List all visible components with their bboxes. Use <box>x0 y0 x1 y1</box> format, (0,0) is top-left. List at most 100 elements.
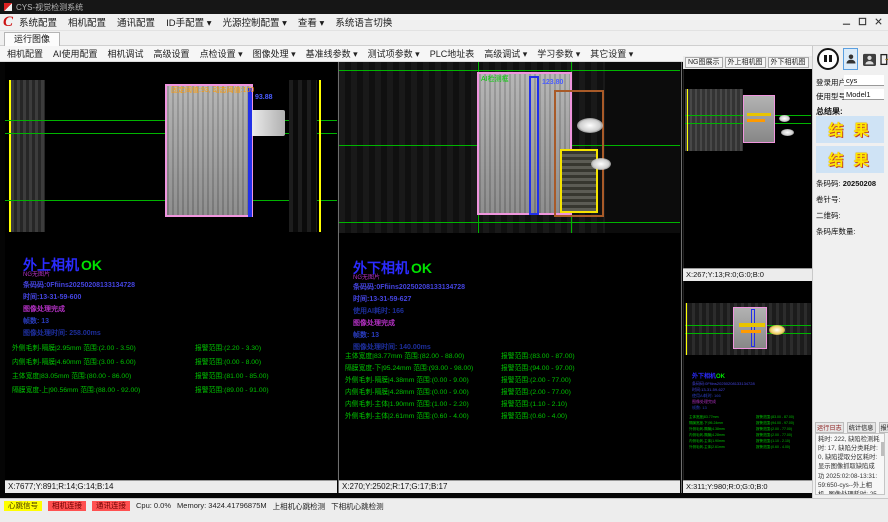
toolbar-image-processing[interactable]: 图像处理 ▾ <box>253 47 296 60</box>
toolbar-other-settings[interactable]: 其它设置 ▾ <box>590 47 633 60</box>
barcode-label: 条码码: <box>816 179 841 188</box>
overlay-yellow-line-right <box>319 80 321 232</box>
measure-row: 内侧毛刺-主体|1.90mm 范围:(1.00 - 2.20) 报警范围:(1.… <box>345 398 469 408</box>
tab-run-image[interactable]: 运行图像 <box>4 32 60 46</box>
toolbar-ai-config[interactable]: AI使用配置 <box>53 47 98 60</box>
tab-upper-camera-view[interactable]: 外上相机图 <box>725 57 766 68</box>
lower-camera-heartbeat[interactable]: 下相机心跳检测 <box>331 501 384 512</box>
thumb2-coord-bar: X:311;Y:980;R:0;G:0;B:0 <box>683 480 812 493</box>
model-field[interactable] <box>844 89 884 100</box>
right-panel: 登录用户: 使用型号: 总结果: 结 果 结 果 条码码: 20250208 卷… <box>812 46 888 498</box>
thumb-tab-strip: NG图展示 外上相机图 外下相机图 <box>683 56 812 69</box>
menu-item-view[interactable]: 查看 ▾ <box>298 15 324 29</box>
close-icon[interactable] <box>872 15 885 28</box>
control-buttons <box>815 48 887 73</box>
menu-item-system-config[interactable]: 系统配置 <box>19 15 57 29</box>
heartbeat-badge: 心跳信号 <box>4 501 42 511</box>
barcode-row: 条码码: 20250208 <box>816 178 886 189</box>
ng-note: NG无图片 <box>23 269 50 278</box>
proc-time-line: 图像处理时间: 258.00ms <box>23 328 101 338</box>
overlay-blue-box <box>529 76 539 215</box>
barcode-count-row: 条码库数量: <box>816 226 886 237</box>
login-user-field[interactable] <box>844 75 884 86</box>
brand-logo-icon: C <box>3 15 13 30</box>
upper-camera-heartbeat[interactable]: 上相机心跳检测 <box>273 501 326 512</box>
run-log-box[interactable]: 耗时: 222, 缺陷检测耗时: 17, 缺陷分类耗时: 0, 缺陷提取分区耗时… <box>815 433 885 495</box>
status-line: 图像处理完成 <box>353 318 395 328</box>
tab-run-log[interactable]: 运行日志 <box>815 422 844 433</box>
user-icon <box>845 52 857 66</box>
camera-view-lower[interactable]: AI检测框 123.80 外下相机OK NG无图片 条码码:0Ffiins202… <box>339 62 680 480</box>
user-settings-icon <box>863 52 876 67</box>
menu-item-camera-config[interactable]: 相机配置 <box>68 15 106 29</box>
toolbar-plc-table[interactable]: PLC地址表 <box>430 47 475 60</box>
log-tab-strip: 运行日志 统计信息 报警信息 <box>815 422 887 433</box>
result-ok-label: OK <box>411 260 432 276</box>
model-row: 使用型号: <box>816 91 886 102</box>
camera-link-badge: 相机连接 <box>48 501 86 511</box>
measure-row: 外侧毛刺-隔膜|2.95mm 范围:(2.00 - 3.50) 报警范围:(2.… <box>12 342 136 352</box>
measure-row: 隔膜宽度-上|90.56mm 范围:(88.00 - 92.00) 报警范围:(… <box>12 384 140 394</box>
tab-alarm-info[interactable]: 报警信息 <box>879 422 888 433</box>
pause-button[interactable] <box>817 48 839 70</box>
mini-overlay-marker <box>747 113 771 116</box>
thumbnail-lower-camera[interactable]: 外下相机OK 条码码:0Ffiins20250208133134728 时间:1… <box>683 281 812 480</box>
user-button[interactable] <box>843 48 858 70</box>
mini-row-alarm: 报警范围:(2.00 - 77.00) <box>756 427 792 432</box>
overlay-green-line <box>339 222 680 223</box>
machine-texture <box>289 80 317 232</box>
toolbar-advanced-debug[interactable]: 高级调试 ▾ <box>484 47 527 60</box>
tab-statistics[interactable]: 统计信息 <box>847 422 876 433</box>
mini-row: 内侧毛刺-主体|1.90mm <box>689 439 725 444</box>
memory-usage: Memory: 3424.41796875M <box>177 501 267 510</box>
overlay-yellow-line-left <box>687 89 688 151</box>
app-logo-icon <box>4 3 12 11</box>
tab-ng-display[interactable]: NG图展示 <box>685 57 723 68</box>
maximize-icon[interactable] <box>856 15 869 28</box>
measure-row: 隔膜宽度-下|95.24mm 范围:(93.00 - 98.00) 报警范围:(… <box>345 362 473 372</box>
connector-part <box>251 110 285 136</box>
exit-button[interactable] <box>879 48 888 70</box>
view-divider <box>338 62 339 493</box>
highlight-blob <box>591 158 611 170</box>
mini-row-alarm: 报警范围:(1.10 - 2.10) <box>756 439 790 444</box>
menu-item-comm-config[interactable]: 通讯配置 <box>117 15 155 29</box>
overlay-blue-box <box>751 309 755 347</box>
mini-frames: 帧数: 13 <box>692 405 707 411</box>
mini-image <box>685 89 811 151</box>
toolbar-learning-params[interactable]: 学习参数 ▾ <box>537 47 580 60</box>
toolbar-spot-check[interactable]: 点检设置 ▾ <box>200 47 243 60</box>
mid-coord-bar: X:270;Y:2502;R:17;G:17;B:17 <box>339 480 680 493</box>
toolbar-test-params[interactable]: 测试项参数 ▾ <box>368 47 420 60</box>
toolbar-advanced-settings[interactable]: 高级设置 <box>154 47 190 60</box>
result-block-lower: 结 果 <box>816 146 884 173</box>
mini-row: 隔膜宽度-下|95.24mm <box>689 421 723 426</box>
tab-lower-camera-view[interactable]: 外下相机图 <box>768 57 809 68</box>
camera-view-upper[interactable]: 固定阈值:93, 动态阈值:100 93.88 外上相机OK NG无图片 条码码… <box>5 62 337 480</box>
minimize-icon[interactable] <box>840 15 853 28</box>
measure-row: 内侧毛刺-隔膜|4.60mm 范围:(3.00 - 6.00) 报警范围:(0.… <box>12 356 136 366</box>
time-line: 时间:13-31-59-600 <box>23 292 81 302</box>
mini-image <box>685 303 811 355</box>
ai-box-label: AI检测框 <box>481 74 509 84</box>
menu-item-language-switch[interactable]: 系统语言切换 <box>335 15 392 29</box>
measure-row: 主体宽度|83.05mm 范围:(80.00 - 86.00) 报警范围:(81… <box>12 370 131 380</box>
mini-row-alarm: 报警范围:(0.60 - 4.00) <box>756 445 790 450</box>
overlay-pink-box <box>733 307 767 349</box>
left-image-strip: 固定阈值:93, 动态阈值:100 93.88 <box>5 80 337 232</box>
status-bar: 心跳信号 相机连接 通讯连接 Cpu: 0.0% Memory: 3424.41… <box>0 498 888 522</box>
toolbar-baseline-params[interactable]: 基准线参数 ▾ <box>306 47 358 60</box>
left-coord-bar: X:7677;Y:891;R:14;G:14;B:14 <box>5 480 337 493</box>
thumbnail-upper-camera[interactable] <box>683 69 812 268</box>
result-ok-label: OK <box>81 257 102 273</box>
machine-texture <box>11 80 45 232</box>
toolbar-camera-config[interactable]: 相机配置 <box>7 47 43 60</box>
overlay-yellow-line-left <box>686 303 687 355</box>
menu-item-id-config[interactable]: ID手配置 ▾ <box>166 15 211 29</box>
log-scrollbar[interactable] <box>881 442 884 456</box>
user-settings-button[interactable] <box>862 48 876 70</box>
time-line: 时间:13-31-59-627 <box>353 294 411 304</box>
toolbar-camera-debug[interactable]: 相机调试 <box>108 47 144 60</box>
qr-row: 二维码: <box>816 210 886 221</box>
menu-item-light-config[interactable]: 光源控制配置 ▾ <box>222 15 286 29</box>
